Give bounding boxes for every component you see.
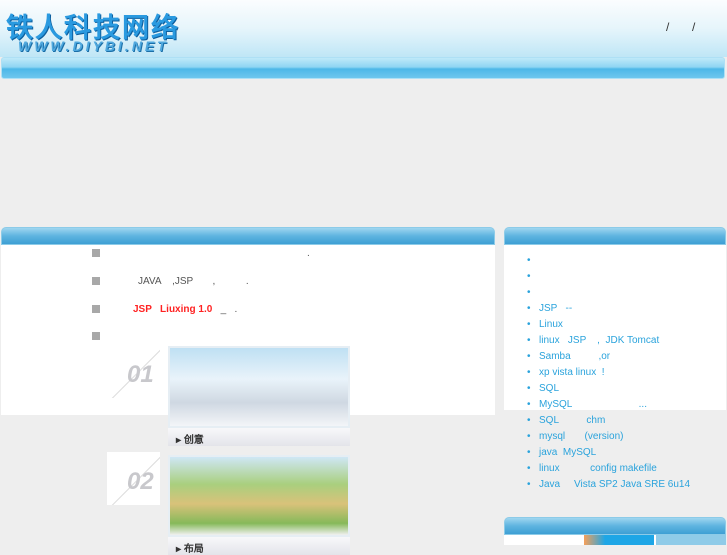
left-list-item[interactable]: . (307, 248, 310, 259)
article-link[interactable] (527, 287, 539, 298)
left-panel-header (1, 227, 495, 245)
article-link[interactable]: Java Vista SP2 Java SRE 6u14 (527, 479, 690, 490)
showcase-number-box: 01 (107, 345, 160, 398)
right-panel-header (504, 227, 726, 245)
left-list-item[interactable]: JAVA ,JSP , . (138, 276, 249, 287)
article-link[interactable]: JSP -- (527, 303, 572, 314)
showcase-caption[interactable]: ▸ 创意 (168, 428, 350, 446)
showcase-number: 02 (127, 468, 154, 495)
banner-image[interactable] (584, 535, 654, 545)
square-bullet-icon (92, 249, 100, 257)
article-link[interactable]: Samba ,or (527, 351, 610, 362)
article-link[interactable] (527, 255, 539, 266)
article-link[interactable] (527, 271, 539, 282)
left-list-item-rest: _ . (212, 304, 238, 315)
nav-bar (1, 57, 725, 79)
article-link[interactable]: SQL chm (527, 415, 605, 426)
banner-image[interactable] (656, 535, 726, 545)
showcase-caption-text: 创意 (183, 435, 204, 446)
article-link[interactable]: xp vista linux ! (527, 367, 605, 378)
top-link-separator: / (692, 20, 696, 34)
article-link[interactable]: mysql (version) (527, 431, 623, 442)
article-link[interactable]: SQL (527, 383, 559, 394)
showcase-caption-text: 布局 (183, 544, 204, 555)
square-bullet-icon (92, 332, 100, 340)
right-panel-2-body (504, 535, 726, 545)
site-logo-url: WWW.DIYBI.NET (18, 38, 169, 54)
showcase-screenshot[interactable] (168, 346, 350, 428)
right-panel-2-header (504, 517, 726, 535)
left-list-item[interactable]: JSP Liuxing 1.0 _ . (133, 304, 237, 315)
article-link[interactable]: linux config makefile (527, 463, 657, 474)
showcase-number-box: 02 (107, 452, 160, 505)
article-link[interactable]: linux JSP , JDK Tomcat (527, 335, 659, 346)
top-link-separator: / (666, 20, 670, 34)
highlight-text: JSP Liuxing 1.0 (133, 304, 213, 315)
article-link[interactable]: java MySQL (527, 447, 596, 458)
showcase-number: 01 (127, 361, 154, 388)
showcase-caption[interactable]: ▸ 布局 (168, 537, 350, 555)
square-bullet-icon (92, 305, 100, 313)
article-link[interactable]: Linux (527, 319, 563, 330)
showcase-screenshot[interactable] (168, 455, 350, 537)
article-link[interactable]: MySQL ... (527, 399, 647, 410)
square-bullet-icon (92, 277, 100, 285)
